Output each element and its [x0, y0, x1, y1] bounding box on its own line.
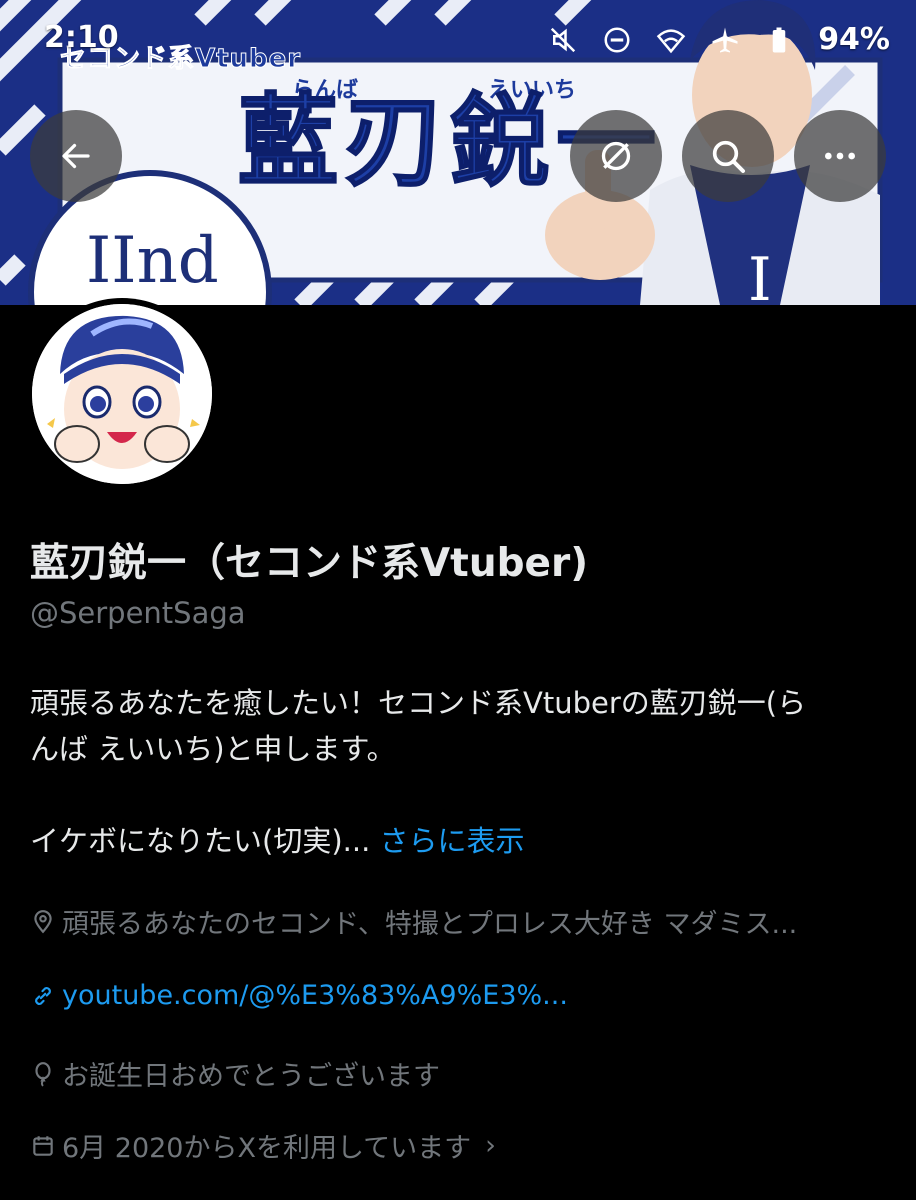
balloon-icon: [35, 1061, 51, 1087]
display-name: 藍刃鋭一（セコンド系Vtuber): [30, 541, 589, 586]
location-text: 頑張るあなたのセコンド、特撮とプロレス大好き マダミス...: [62, 909, 798, 940]
wifi-icon: [656, 28, 686, 53]
mute-icon: [551, 27, 576, 52]
more-options-button[interactable]: [794, 110, 886, 202]
dnd-icon: [604, 27, 630, 52]
profile-avatar[interactable]: [26, 298, 218, 490]
more-icon: [825, 152, 855, 160]
back-button[interactable]: [30, 110, 122, 202]
battery-icon: [772, 27, 786, 52]
search-button[interactable]: [682, 110, 774, 202]
profile-website[interactable]: youtube.com/@%E3%83%A9%E3%...: [30, 980, 568, 1011]
profile-birthday: お誕生日おめでとうございます: [30, 1054, 440, 1093]
avatar-illustration: [32, 304, 212, 484]
back-icon: [62, 143, 90, 169]
profile-location: 頑張るあなたのセコンド、特撮とプロレス大好き マダミス...: [30, 902, 797, 941]
svg-text:I: I: [748, 245, 772, 305]
status-bar: 2:10 94%: [0, 0, 916, 72]
profile-bio: 頑張るあなたを癒したい！セコンド系Vtuberの藍刃鋭一(ら んば えいいち)と…: [30, 680, 890, 864]
link-icon: [35, 986, 51, 1005]
unmute-icon: [601, 141, 631, 171]
calendar-icon: [33, 1135, 53, 1156]
user-handle: @SerpentSaga: [30, 596, 246, 630]
unmute-button[interactable]: [570, 110, 662, 202]
joined-text: 6月 2020からXを利用しています: [62, 1133, 472, 1164]
show-more-link[interactable]: さらに表示: [380, 824, 525, 858]
website-link[interactable]: youtube.com/@%E3%83%A9%E3%...: [62, 980, 568, 1011]
status-time: 2:10: [44, 20, 119, 55]
battery-percentage: 94%: [818, 22, 890, 57]
location-pin-icon: [34, 909, 52, 933]
chevron-right-icon: ›: [485, 1130, 496, 1161]
search-icon: [712, 140, 745, 173]
banner-badge-text: IInd: [86, 224, 219, 298]
birthday-text: お誕生日おめでとうございます: [62, 1061, 440, 1092]
bio-line: イケボになりたい(切実)...: [30, 824, 371, 858]
bio-line: 頑張るあなたを癒したい！セコンド系Vtuberの藍刃鋭一(ら: [30, 686, 807, 720]
bio-line: んば えいいち)と申します。: [30, 732, 396, 766]
airplane-icon: [712, 27, 738, 52]
profile-joined-date[interactable]: 6月 2020からXを利用しています ›: [30, 1126, 496, 1165]
